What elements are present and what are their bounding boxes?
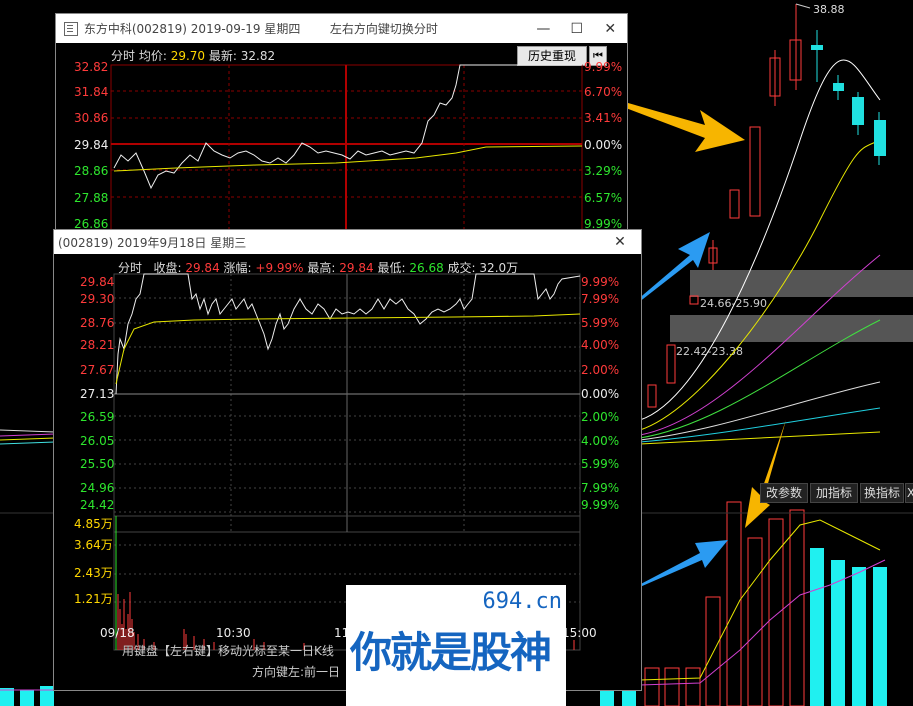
switch-indicator-button[interactable]: 换指标 bbox=[860, 483, 904, 503]
ma5-line bbox=[639, 59, 881, 421]
window2-avg-line bbox=[115, 313, 581, 385]
minimize-icon[interactable]: — bbox=[527, 21, 560, 37]
footer-hint-2: 方向键左:前一日 bbox=[252, 665, 341, 679]
window1-chart bbox=[110, 64, 583, 236]
maximize-icon[interactable]: ☐ bbox=[560, 21, 593, 37]
band2-label: 22.42-23.38 bbox=[676, 345, 743, 358]
window1-titlebar[interactable]: 东方中科(002819) 2019-09-19 星期四 左右方向键切换分时 — … bbox=[56, 14, 627, 43]
add-indicator-button[interactable]: 加指标 bbox=[810, 483, 858, 503]
intraday-window-0919: 东方中科(002819) 2019-09-19 星期四 左右方向键切换分时 — … bbox=[55, 13, 628, 237]
window1-title: 东方中科(002819) 2019-09-19 星期四 bbox=[83, 22, 301, 36]
ma60-line bbox=[639, 381, 881, 441]
high-price-label: 38.88 bbox=[813, 3, 845, 16]
footer-hint-1: 用键盘【左右键】移动光标至某一日K线 bbox=[122, 644, 334, 658]
resistance-band-2 bbox=[670, 315, 913, 342]
orange-arrow-2 bbox=[745, 420, 786, 528]
watermark-slogan: 你就是股神 bbox=[350, 628, 552, 677]
window1-hint: 左右方向键切换分时 bbox=[329, 22, 438, 36]
window-icon bbox=[64, 21, 78, 36]
close-icon[interactable]: ✕ bbox=[603, 234, 637, 250]
window2-titlebar[interactable]: (002819) 2019年9月18日 星期三 ✕ bbox=[54, 230, 641, 254]
watermark-site: 694.cn bbox=[482, 589, 562, 614]
ma120-line bbox=[639, 407, 881, 443]
window2-price-line bbox=[115, 273, 581, 395]
change-params-button[interactable]: 改参数 bbox=[760, 483, 808, 503]
band1-label: 24.66-25.90 bbox=[700, 297, 767, 310]
window2-title: (002819) 2019年9月18日 星期三 bbox=[58, 235, 247, 250]
resistance-band-1 bbox=[690, 270, 913, 297]
close-indicator-button[interactable]: X bbox=[905, 483, 913, 503]
watermark-box: 694.cn 你就是股神 bbox=[346, 585, 566, 706]
close-icon[interactable]: ✕ bbox=[594, 21, 627, 37]
